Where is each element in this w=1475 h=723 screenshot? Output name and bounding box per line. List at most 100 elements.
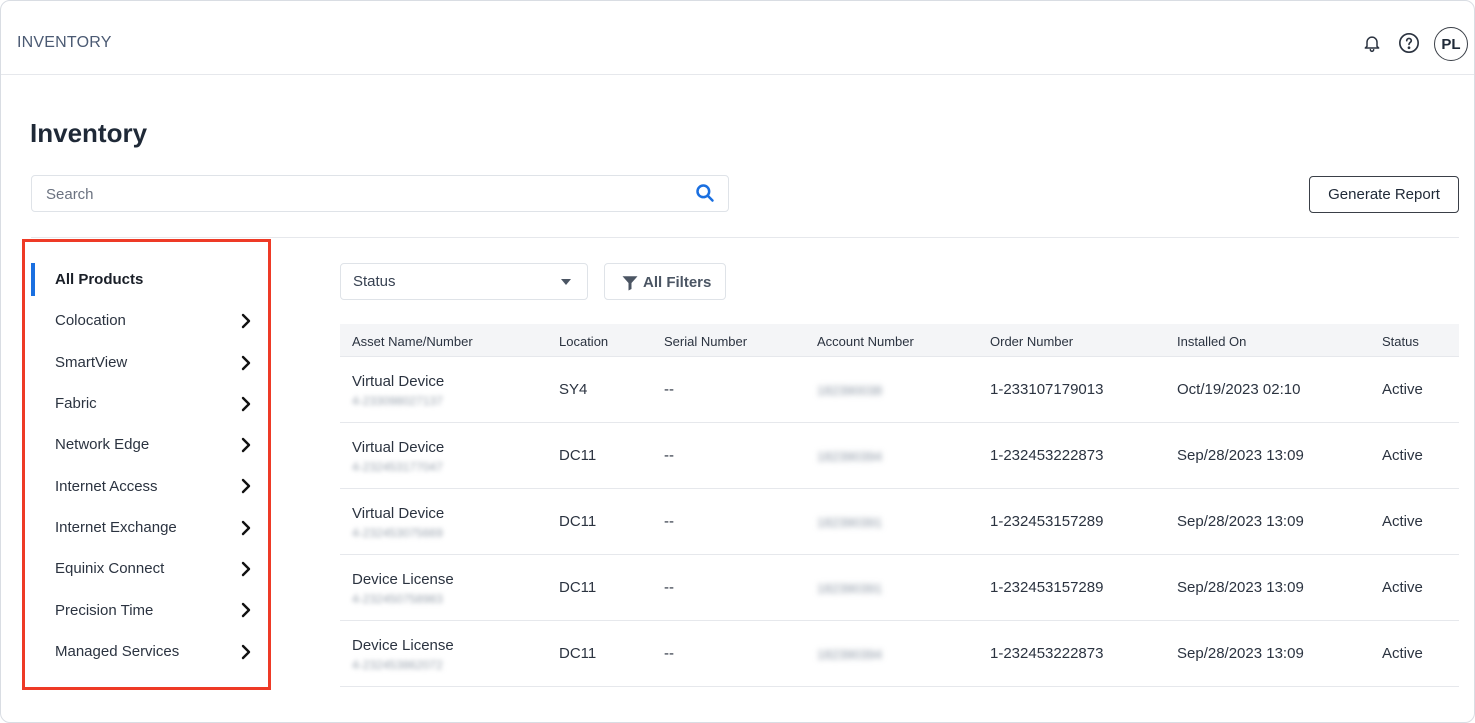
all-filters-label: All Filters [643, 274, 712, 291]
installed-cell: Sep/28/2023 13:09 [1177, 447, 1304, 464]
column-header[interactable]: Order Number [990, 334, 1073, 349]
serial-cell: -- [664, 447, 674, 464]
column-header[interactable]: Installed On [1177, 334, 1246, 349]
table-row[interactable]: Device License 4-232453862072 DC11 -- 18… [340, 621, 1459, 687]
status-cell: Active [1382, 447, 1423, 464]
table-header: Asset Name/Number Location Serial Number… [340, 324, 1459, 357]
status-filter-dropdown[interactable]: Status [340, 263, 588, 300]
asset-name[interactable]: Virtual Device [352, 439, 444, 456]
sidebar-item-label: Network Edge [55, 436, 150, 454]
order-cell: 1-232453157289 [990, 579, 1104, 596]
sidebar-item-label: Managed Services [55, 642, 180, 660]
column-header[interactable]: Asset Name/Number [352, 334, 473, 349]
sidebar-item-precision-time[interactable]: Precision Time [31, 589, 261, 630]
sidebar-item-colocation[interactable]: Colocation [31, 300, 261, 341]
sidebar-item-label: SmartView [55, 353, 128, 371]
account-cell: 182390038 [817, 383, 883, 398]
help-icon[interactable] [1398, 32, 1420, 54]
chevron-right-icon [241, 355, 251, 370]
product-sidebar: All Products Colocation SmartView Fabric… [31, 259, 261, 672]
serial-cell: -- [664, 579, 674, 596]
installed-cell: Oct/19/2023 02:10 [1177, 381, 1301, 398]
search-input[interactable] [44, 184, 684, 204]
sidebar-item-equinix-connect[interactable]: Equinix Connect [31, 548, 261, 589]
asset-number: 4-232453177047 [352, 460, 443, 474]
sidebar-item-label: Internet Access [55, 477, 158, 495]
sidebar-item-smartview[interactable]: SmartView [31, 342, 261, 383]
table-row[interactable]: Virtual Device 4-232453075669 DC11 -- 18… [340, 489, 1459, 555]
all-filters-button[interactable]: All Filters [604, 263, 726, 300]
order-cell: 1-232453222873 [990, 447, 1104, 464]
chevron-right-icon [241, 479, 251, 494]
installed-cell: Sep/28/2023 13:09 [1177, 513, 1304, 530]
account-cell: 182390394 [817, 647, 883, 662]
search-box [31, 175, 729, 212]
table-row[interactable]: Virtual Device 4-233098027137 SY4 -- 182… [340, 357, 1459, 423]
status-filter-label: Status [353, 273, 396, 290]
sidebar-item-managed-services[interactable]: Managed Services [31, 631, 261, 672]
app-title: INVENTORY [17, 34, 112, 51]
inventory-table: Asset Name/Number Location Serial Number… [340, 324, 1459, 687]
order-cell: 1-233107179013 [990, 381, 1104, 398]
asset-number: 4-232453862072 [352, 658, 443, 672]
account-cell: 182390391 [817, 515, 883, 530]
column-header[interactable]: Account Number [817, 334, 914, 349]
installed-cell: Sep/28/2023 13:09 [1177, 645, 1304, 662]
sidebar-item-label: Colocation [55, 312, 126, 330]
bell-icon[interactable] [1361, 32, 1383, 54]
sidebar-item-network-edge[interactable]: Network Edge [31, 424, 261, 465]
location-cell: DC11 [559, 579, 597, 596]
status-cell: Active [1382, 579, 1423, 596]
serial-cell: -- [664, 513, 674, 530]
sidebar-item-internet-exchange[interactable]: Internet Exchange [31, 507, 261, 548]
serial-cell: -- [664, 381, 674, 398]
chevron-right-icon [241, 644, 251, 659]
asset-name[interactable]: Device License [352, 571, 454, 588]
location-cell: DC11 [559, 447, 597, 464]
location-cell: DC11 [559, 645, 597, 662]
table-row[interactable]: Device License 4-232450758983 DC11 -- 18… [340, 555, 1459, 621]
sidebar-item-label: Internet Exchange [55, 518, 177, 536]
location-cell: DC11 [559, 513, 597, 530]
column-header[interactable]: Status [1382, 334, 1419, 349]
account-cell: 182390391 [817, 581, 883, 596]
generate-report-button[interactable]: Generate Report [1309, 176, 1459, 213]
chevron-right-icon [241, 396, 251, 412]
divider [31, 237, 1459, 238]
account-cell: 182390394 [817, 449, 883, 464]
top-header: INVENTORY PL [1, 1, 1474, 75]
serial-cell: -- [664, 645, 674, 662]
column-header[interactable]: Location [559, 334, 608, 349]
chevron-right-icon [241, 437, 251, 453]
asset-number: 4-232453075669 [352, 526, 443, 540]
installed-cell: Sep/28/2023 13:09 [1177, 579, 1304, 596]
page-title: Inventory [30, 118, 148, 148]
table-row[interactable]: Virtual Device 4-232453177047 DC11 -- 18… [340, 423, 1459, 489]
sidebar-item-label: Fabric [55, 395, 97, 413]
status-cell: Active [1382, 645, 1423, 662]
sidebar-item-fabric[interactable]: Fabric [31, 383, 261, 424]
asset-name[interactable]: Device License [352, 637, 454, 654]
chevron-right-icon [241, 314, 251, 329]
sidebar-item-label: All Products [55, 271, 144, 289]
caret-down-icon [561, 279, 571, 285]
filter-icon [622, 276, 638, 291]
search-icon[interactable] [695, 183, 715, 203]
chevron-right-icon [241, 520, 251, 535]
column-header[interactable]: Serial Number [664, 334, 747, 349]
asset-name[interactable]: Virtual Device [352, 505, 444, 522]
sidebar-item-label: Equinix Connect [55, 560, 165, 578]
sidebar-item-label: Precision Time [55, 601, 154, 619]
status-cell: Active [1382, 381, 1423, 398]
user-avatar[interactable]: PL [1434, 27, 1468, 61]
sidebar-item-internet-access[interactable]: Internet Access [31, 465, 261, 506]
asset-number: 4-233098027137 [352, 394, 443, 408]
asset-number: 4-232450758983 [352, 592, 443, 606]
asset-name[interactable]: Virtual Device [352, 373, 444, 390]
sidebar-item-all-products[interactable]: All Products [31, 259, 261, 300]
chevron-right-icon [241, 603, 251, 618]
location-cell: SY4 [559, 381, 588, 398]
status-cell: Active [1382, 513, 1423, 530]
app-window: INVENTORY PL Inventory Generate Report [0, 0, 1475, 723]
order-cell: 1-232453157289 [990, 513, 1104, 530]
